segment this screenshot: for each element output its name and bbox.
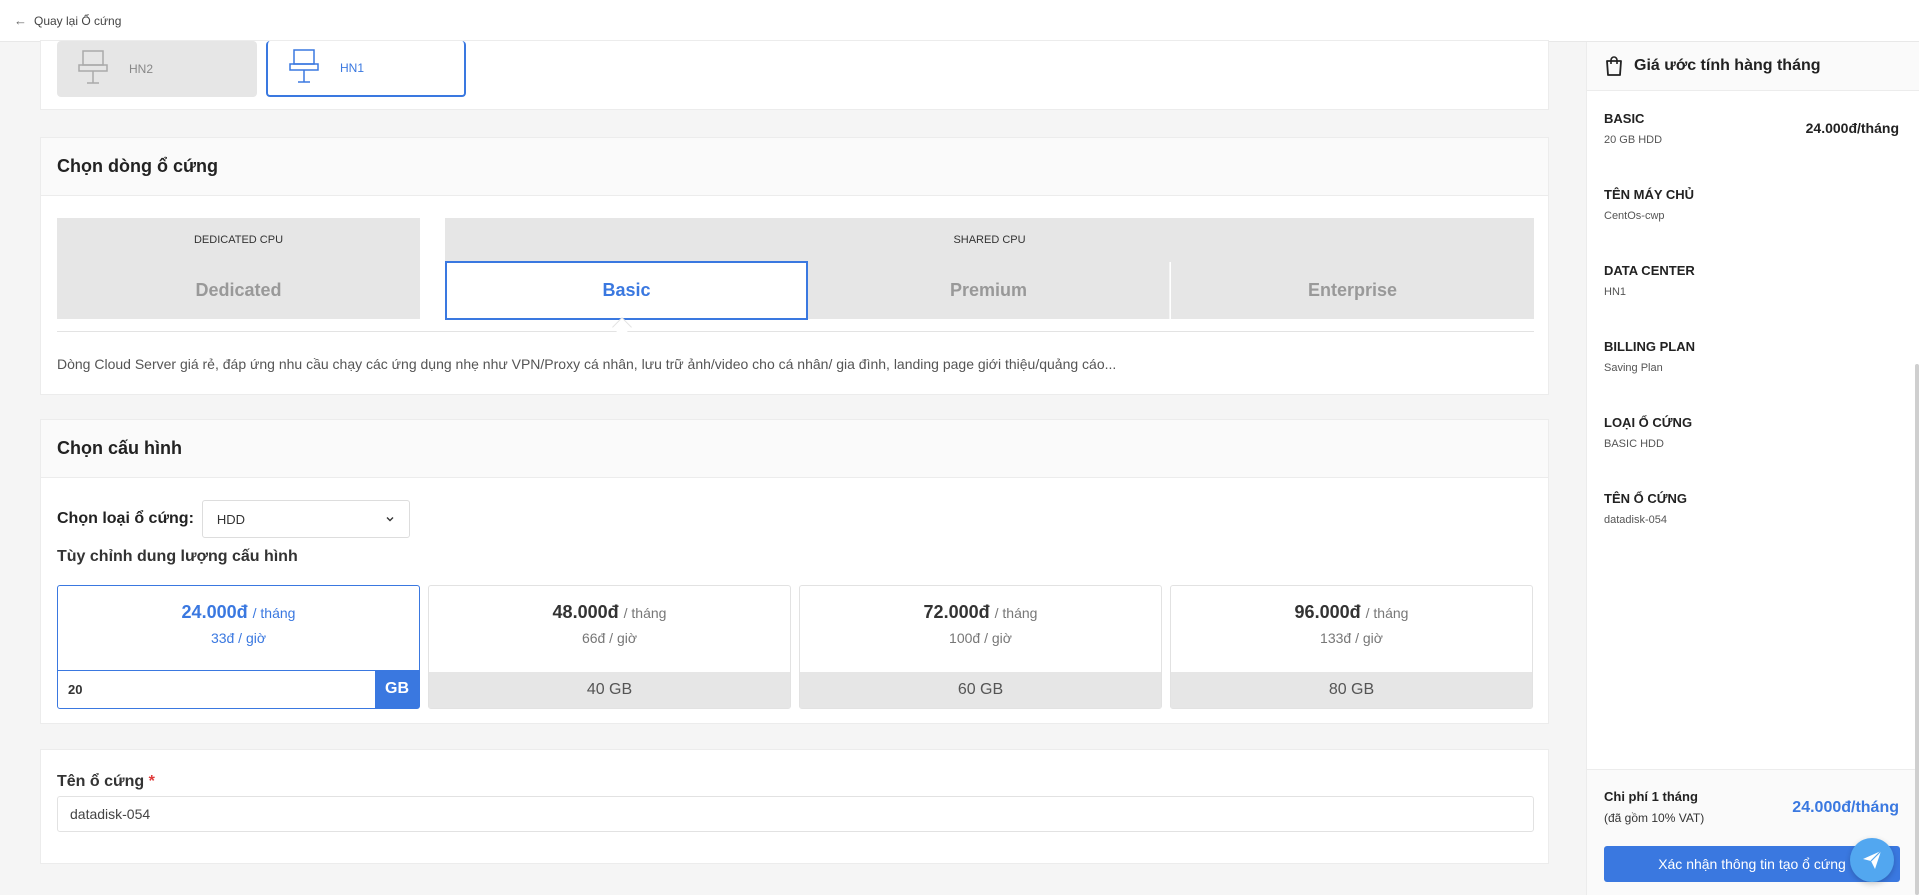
required-mark: * bbox=[148, 773, 155, 790]
scrollbar[interactable] bbox=[1915, 364, 1919, 895]
disk-name-label: Tên ổ cứng * bbox=[57, 773, 155, 790]
arrow-left-icon[interactable]: ← bbox=[14, 13, 27, 28]
line-option-dedicated[interactable]: Dedicated bbox=[57, 262, 420, 319]
disk-type-row: Chọn loại ổ cứng: HDD bbox=[57, 500, 410, 538]
plan-card-80gb[interactable]: 96.000đ / tháng 133đ / giờ 80 GB bbox=[1170, 585, 1533, 709]
summary-item-billing-plan: BILLING PLAN Saving Plan bbox=[1604, 339, 1695, 374]
line-option-premium[interactable]: Premium bbox=[808, 262, 1170, 319]
monthly-cost-value: 24.000đ/tháng bbox=[1792, 799, 1899, 816]
vat-note: (đã gồm 10% VAT) bbox=[1604, 811, 1705, 825]
summary-item-basic: BASIC 20 GB HDD bbox=[1604, 111, 1663, 146]
disk-type-label: Chọn loại ổ cứng: bbox=[57, 510, 194, 527]
plan-size: 40 GB bbox=[429, 672, 790, 708]
plan-price: 96.000đ / tháng bbox=[1294, 602, 1409, 622]
plan-card-40gb[interactable]: 48.000đ / tháng 66đ / giờ 40 GB bbox=[428, 585, 791, 709]
telegram-chat-button[interactable] bbox=[1850, 838, 1894, 882]
summary-header: Giá ước tính hàng tháng bbox=[1587, 42, 1919, 91]
plan-size: 60 GB bbox=[800, 672, 1161, 708]
plan-hourly-price: 100đ / giờ bbox=[949, 630, 1012, 646]
plan-price: 48.000đ / tháng bbox=[552, 602, 667, 622]
send-icon bbox=[1863, 850, 1882, 869]
divider bbox=[57, 331, 1534, 332]
custom-size-label: Tùy chỉnh dung lượng cấu hình bbox=[57, 548, 298, 565]
size-input-group: 20 GB bbox=[58, 670, 419, 708]
datacenter-option-hn2[interactable]: HN2 bbox=[57, 41, 257, 97]
plan-price: 72.000đ / tháng bbox=[923, 602, 1038, 622]
config-card: Chọn cấu hình Chọn loại ổ cứng: HDD Tùy … bbox=[40, 419, 1549, 724]
summary-item-disk-type: LOẠI Ổ CỨNG BASIC HDD bbox=[1604, 415, 1693, 450]
plan-price: 24.000đ / tháng bbox=[181, 602, 296, 622]
plan-hourly-price: 66đ / giờ bbox=[581, 630, 638, 646]
disk-type-select[interactable]: HDD bbox=[201, 500, 410, 538]
back-link[interactable]: Quay lại Ổ cứng bbox=[34, 14, 121, 28]
top-bar: ← Quay lại Ổ cứng bbox=[0, 0, 1919, 42]
summary-item-data-center: DATA CENTER HN1 bbox=[1604, 263, 1695, 298]
line-option-basic[interactable]: Basic bbox=[445, 261, 808, 320]
plan-hourly-price: 33đ / giờ bbox=[210, 630, 267, 646]
datacenter-label: HN2 bbox=[129, 62, 154, 76]
datacenter-card: HN2 HN1 bbox=[40, 40, 1549, 110]
plan-hourly-price: 133đ / giờ bbox=[1320, 630, 1383, 646]
disk-name-card: Tên ổ cứng * datadisk-054 bbox=[40, 749, 1549, 864]
server-icon bbox=[78, 50, 108, 84]
selection-caret bbox=[612, 317, 632, 337]
monthly-cost-label: Chi phí 1 tháng bbox=[1604, 789, 1698, 804]
server-icon bbox=[289, 49, 319, 83]
chevron-down-icon bbox=[386, 517, 394, 522]
summary-item-disk-name: TÊN Ổ CỨNG datadisk-054 bbox=[1604, 491, 1688, 526]
plan-card-60gb[interactable]: 72.000đ / tháng 100đ / giờ 60 GB bbox=[799, 585, 1162, 709]
group-shared-cpu: SHARED CPU bbox=[445, 218, 1534, 262]
datacenter-label: HN1 bbox=[340, 61, 365, 75]
disk-type-value: HDD bbox=[216, 511, 246, 527]
plan-card-20gb[interactable]: 24.000đ / tháng 33đ / giờ 20 GB bbox=[57, 585, 420, 709]
datacenter-option-hn1[interactable]: HN1 bbox=[266, 41, 466, 97]
line-option-enterprise[interactable]: Enterprise bbox=[1171, 262, 1534, 319]
summary-title: Giá ước tính hàng tháng bbox=[1634, 57, 1821, 74]
line-description: Dòng Cloud Server giá rẻ, đáp ứng nhu cầ… bbox=[57, 356, 1117, 372]
price-summary-panel: Giá ước tính hàng tháng 24.000đ/tháng BA… bbox=[1586, 42, 1919, 895]
section-title: Chọn dòng ổ cứng bbox=[41, 138, 1548, 196]
section-title: Chọn cấu hình bbox=[41, 420, 1548, 478]
group-dedicated-cpu: DEDICATED CPU bbox=[57, 218, 420, 262]
disk-name-input[interactable]: datadisk-054 bbox=[57, 796, 1534, 832]
summary-item-server-name: TÊN MÁY CHỦ CentOs-cwp bbox=[1604, 187, 1695, 222]
disk-line-card: Chọn dòng ổ cứng DEDICATED CPU SHARED CP… bbox=[40, 137, 1549, 395]
size-input[interactable]: 20 bbox=[58, 670, 375, 708]
plan-size: 80 GB bbox=[1171, 672, 1532, 708]
shopping-bag-icon bbox=[1606, 56, 1622, 76]
size-unit-label: GB bbox=[375, 670, 419, 708]
